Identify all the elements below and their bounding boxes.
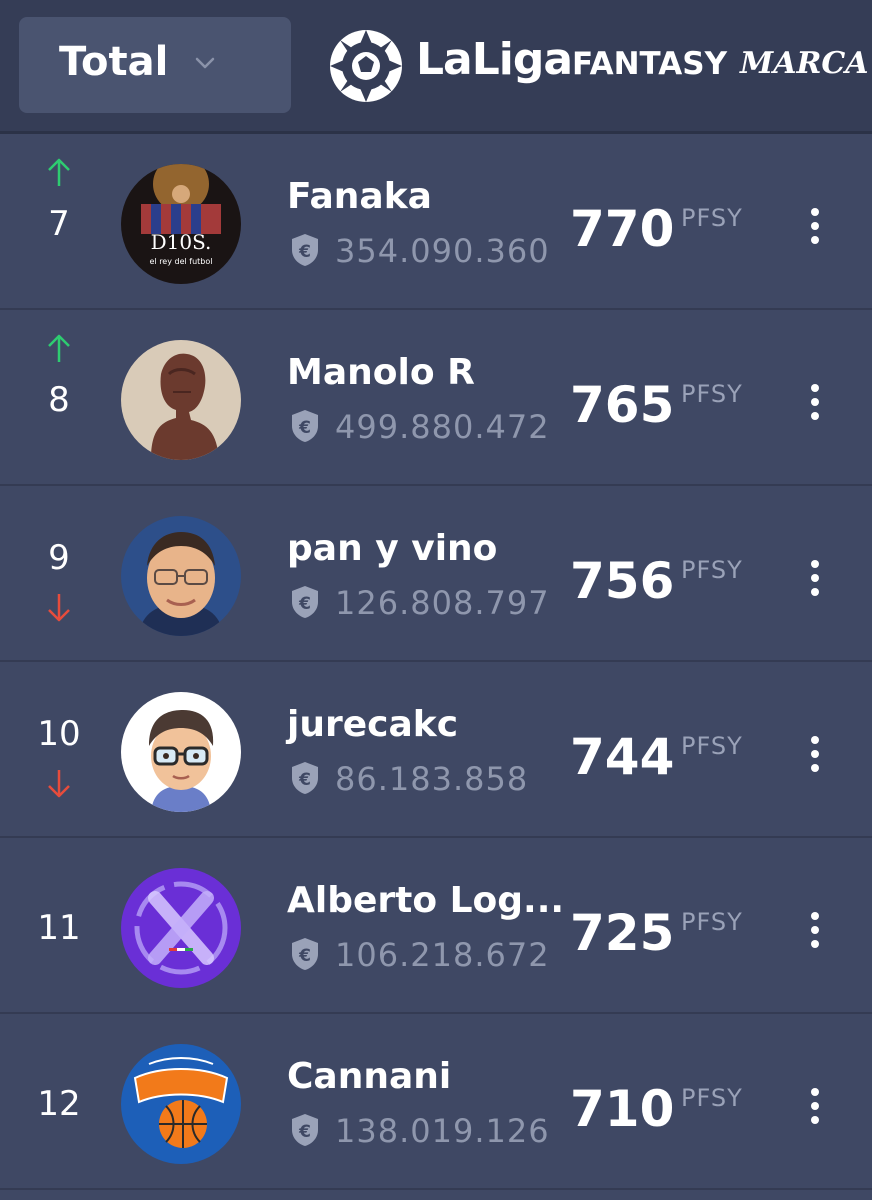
points-unit: PFSY — [681, 204, 743, 232]
euro-shield-icon: € — [292, 1114, 318, 1146]
laliga-fantasy-marca-logo: LaLiga FANTASY MARCA — [326, 24, 869, 110]
svg-text:€: € — [298, 946, 311, 966]
avatar[interactable] — [121, 1044, 241, 1164]
ranking-filter-value: Total — [59, 39, 169, 85]
euro-shield-icon: € — [292, 234, 318, 266]
rank-number: 8 — [48, 380, 70, 420]
app-header: Total LaLiga FANTASY MARCA — [0, 0, 872, 134]
points-unit: PFSY — [681, 908, 743, 936]
rank-number: 10 — [37, 714, 81, 754]
avatar[interactable] — [121, 516, 241, 636]
ranking-row[interactable]: 12 Cannani € 138.019.126 710 PFSY — [0, 1014, 872, 1190]
manager-name: jurecakc — [287, 704, 459, 745]
team-value-amount: 354.090.360 — [335, 232, 550, 270]
svg-text:€: € — [298, 242, 311, 262]
ranking-filter-select[interactable]: Total — [19, 17, 291, 113]
svg-text:€: € — [298, 418, 311, 438]
manager-name: Fanaka — [287, 176, 432, 217]
messi-poster-avatar: D10S. el rey del futbol — [121, 164, 241, 284]
arrow-down-icon — [48, 594, 70, 622]
fantasy-wordmark: FANTASY — [572, 46, 728, 82]
manager-name: pan y vino — [287, 528, 498, 569]
euro-shield-icon: € — [292, 938, 318, 970]
points-value: 770 — [570, 200, 675, 258]
team-value-amount: 126.808.797 — [335, 584, 550, 622]
man-photo-avatar — [121, 516, 241, 636]
rank-number: 12 — [37, 1084, 81, 1124]
avatar[interactable] — [121, 340, 241, 460]
svg-text:D10S.: D10S. — [151, 230, 212, 254]
rank-number: 9 — [48, 538, 70, 578]
points-unit: PFSY — [681, 1084, 743, 1112]
points-unit: PFSY — [681, 732, 743, 760]
manager-name: Cannani — [287, 1056, 452, 1097]
purple-x-logo-avatar — [121, 868, 241, 988]
svg-text:el rey del futbol: el rey del futbol — [150, 257, 213, 266]
arrow-up-icon — [48, 158, 70, 186]
svg-text:€: € — [298, 594, 311, 614]
laliga-ball-icon — [330, 30, 402, 102]
avatar[interactable] — [121, 692, 241, 812]
avatar[interactable]: D10S. el rey del futbol — [121, 164, 241, 284]
marca-wordmark: MARCA — [740, 46, 869, 81]
points-value: 725 — [570, 904, 675, 962]
bust-sculpture-avatar — [121, 340, 241, 460]
team-value-amount: 138.019.126 — [335, 1112, 550, 1150]
manager-name: Alberto Log... — [287, 880, 565, 921]
points-unit: PFSY — [681, 380, 743, 408]
team-value-amount: 106.218.672 — [335, 936, 550, 974]
laliga-wordmark: LaLiga — [416, 34, 573, 85]
points-unit: PFSY — [681, 556, 743, 584]
memoji-glasses-avatar — [121, 692, 241, 812]
team-value-amount: 86.183.858 — [335, 760, 529, 798]
more-options-icon[interactable] — [800, 910, 830, 950]
arrow-down-icon — [48, 770, 70, 798]
ranking-row[interactable]: 8 Manolo R € 499.880.472 765 PFSY — [0, 310, 872, 486]
euro-shield-icon: € — [292, 586, 318, 618]
euro-shield-icon: € — [292, 762, 318, 794]
ranking-row[interactable]: 9 pan y vino € 126.808.797 756 PFSY — [0, 486, 872, 662]
euro-shield-icon: € — [292, 410, 318, 442]
more-options-icon[interactable] — [800, 206, 830, 246]
ranking-row[interactable]: 11 Alberto Log... € 106.218.672 725 PFSY — [0, 838, 872, 1014]
team-value-amount: 499.880.472 — [335, 408, 550, 446]
ranking-row[interactable]: 10 jurecakc € 86.183.858 744 PFSY — [0, 662, 872, 838]
more-options-icon[interactable] — [800, 734, 830, 774]
chevron-down-icon — [195, 57, 215, 69]
points-value: 710 — [570, 1080, 675, 1138]
knicks-logo-avatar — [121, 1044, 241, 1164]
more-options-icon[interactable] — [800, 558, 830, 598]
ranking-list: 7 D10S. el rey del futbol Fanaka € 354.0… — [0, 134, 872, 1190]
svg-text:€: € — [298, 770, 311, 790]
rank-number: 7 — [48, 204, 70, 244]
more-options-icon[interactable] — [800, 382, 830, 422]
svg-text:€: € — [298, 1122, 311, 1142]
rank-number: 11 — [37, 908, 81, 948]
arrow-up-icon — [48, 334, 70, 362]
ranking-row[interactable]: 7 D10S. el rey del futbol Fanaka € 354.0… — [0, 134, 872, 310]
manager-name: Manolo R — [287, 352, 475, 393]
avatar[interactable] — [121, 868, 241, 988]
points-value: 756 — [570, 552, 675, 610]
more-options-icon[interactable] — [800, 1086, 830, 1126]
points-value: 765 — [570, 376, 675, 434]
points-value: 744 — [570, 728, 675, 786]
